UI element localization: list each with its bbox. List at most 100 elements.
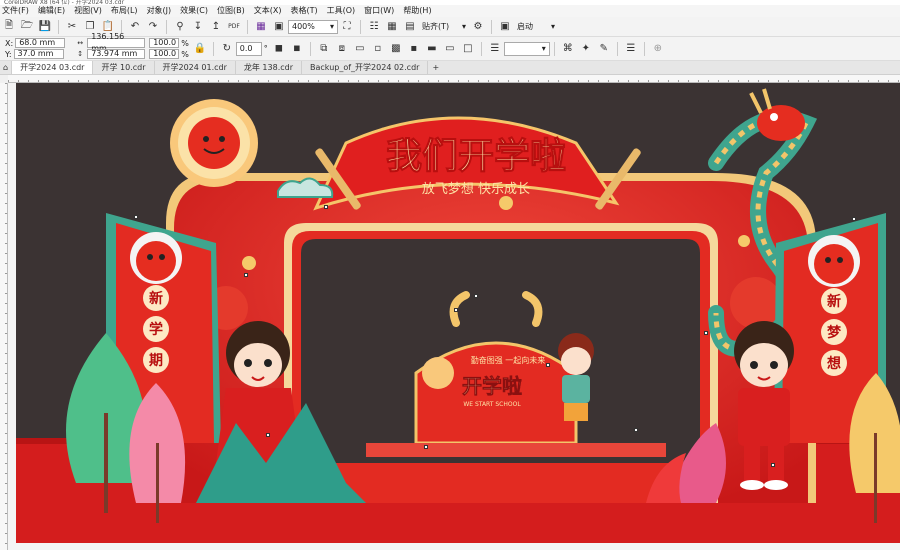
selection-handle[interactable] bbox=[852, 217, 856, 221]
selection-handle[interactable] bbox=[454, 308, 458, 312]
menu-object[interactable]: 对象(J) bbox=[147, 5, 181, 17]
options-gear-icon[interactable]: ⚙ bbox=[471, 20, 485, 34]
front-minus-back-icon[interactable]: ▬ bbox=[425, 42, 439, 56]
menu-window[interactable]: 窗口(W) bbox=[364, 5, 403, 17]
menu-file[interactable]: 文件(F) bbox=[2, 5, 38, 17]
menu-effects[interactable]: 效果(C) bbox=[180, 5, 217, 17]
selection-handle[interactable] bbox=[324, 205, 328, 209]
scale-y-input[interactable]: 100.0 bbox=[149, 49, 180, 59]
launch-app-icon[interactable]: ▣ bbox=[498, 20, 512, 34]
slogan-text: 放飞梦想 快乐成长 bbox=[422, 181, 530, 197]
selection-handle[interactable] bbox=[134, 215, 138, 219]
save-icon[interactable]: 💾 bbox=[38, 20, 52, 34]
selection-handle[interactable] bbox=[244, 273, 248, 277]
weld-icon[interactable]: ▭ bbox=[353, 42, 367, 56]
chevron-down-icon: ▾ bbox=[541, 43, 546, 53]
left-banner-char-1: 新 bbox=[149, 290, 163, 307]
trim-icon[interactable]: ▫ bbox=[371, 42, 385, 56]
search-content-icon[interactable]: ⚲ bbox=[173, 20, 187, 34]
selection-handle[interactable] bbox=[266, 433, 270, 437]
menu-table[interactable]: 表格(T) bbox=[290, 5, 326, 17]
selection-handle[interactable] bbox=[634, 428, 638, 432]
menu-bar: 文件(F) 编辑(E) 视图(V) 布局(L) 对象(J) 效果(C) 位图(B… bbox=[0, 5, 900, 17]
drawing-canvas[interactable]: 我们开学啦 放飞梦想 快乐成长 新 学 期 新 梦 想 勤奋图强 一起向未来 开… bbox=[8, 83, 900, 550]
y-position-input[interactable]: 37.0 mm bbox=[13, 49, 64, 59]
sun-illustration bbox=[170, 99, 258, 187]
menu-edit[interactable]: 编辑(E) bbox=[38, 5, 74, 17]
vertical-ruler[interactable] bbox=[0, 83, 8, 550]
simplify-icon[interactable]: ▪ bbox=[407, 42, 421, 56]
menu-view[interactable]: 视图(V) bbox=[74, 5, 111, 17]
new-tab-icon[interactable]: + bbox=[428, 61, 443, 74]
rotation-angle-input[interactable]: 0.0 bbox=[235, 41, 262, 56]
menu-help[interactable]: 帮助(H) bbox=[403, 5, 440, 17]
snap-to-dropdown[interactable]: 贴齐(T) ▾ bbox=[419, 20, 469, 34]
selection-handle[interactable] bbox=[474, 294, 478, 298]
selection-handle[interactable] bbox=[546, 363, 550, 367]
menu-tools[interactable]: 工具(O) bbox=[327, 5, 365, 17]
align-distribute-icon[interactable]: ☰ bbox=[624, 42, 638, 56]
intersect-icon[interactable]: ▩ bbox=[389, 42, 403, 56]
full-screen-icon[interactable]: ⛶ bbox=[340, 20, 354, 34]
left-banner-char-3: 期 bbox=[149, 353, 163, 369]
size-fields: ↔136.156 mm ↕73.974 mm bbox=[73, 32, 146, 60]
show-rulers-icon[interactable]: ☷ bbox=[367, 20, 381, 34]
headline-text: 我们开学啦 bbox=[386, 135, 566, 177]
width-input[interactable]: 136.156 mm bbox=[87, 32, 146, 53]
mirror-vertical-icon[interactable]: ◾ bbox=[290, 42, 304, 56]
add-preset-icon[interactable]: ⊕ bbox=[651, 42, 665, 56]
back-minus-front-icon[interactable]: ▭ bbox=[443, 42, 457, 56]
app-launcher-icon[interactable]: ▦ bbox=[254, 20, 268, 34]
tab-document-5[interactable]: Backup_of_开学2024 02.cdr bbox=[302, 61, 429, 74]
x-position-input[interactable]: 68.0 mm bbox=[15, 38, 66, 48]
chevron-down-icon: ▾ bbox=[329, 21, 334, 31]
group-icon[interactable]: ⧉ bbox=[317, 42, 331, 56]
mirror-horizontal-icon[interactable]: ◼ bbox=[272, 42, 286, 56]
selection-handle[interactable] bbox=[771, 463, 775, 467]
export-icon[interactable]: ↥ bbox=[209, 20, 223, 34]
ungroup-icon[interactable]: ⧈ bbox=[335, 42, 349, 56]
rotate-icon[interactable]: ↻ bbox=[220, 42, 234, 56]
right-banner-char-2: 梦 bbox=[827, 324, 842, 341]
pick-tool-options-icon[interactable]: ✎ bbox=[597, 42, 611, 56]
property-bar: X:68.0 mm Y:37.0 mm ↔136.156 mm ↕73.974 … bbox=[0, 32, 900, 61]
guidelines-icon[interactable]: ▤ bbox=[403, 20, 417, 34]
height-icon: ↕ bbox=[77, 50, 84, 58]
outline-width-select[interactable]: ▾ bbox=[503, 41, 550, 56]
pdf-icon[interactable]: PDF bbox=[227, 20, 241, 34]
show-grid-icon[interactable]: ▦ bbox=[385, 20, 399, 34]
tab-document-4[interactable]: 龙年 138.cdr bbox=[236, 61, 303, 74]
import-icon[interactable]: ↧ bbox=[191, 20, 205, 34]
redo-icon[interactable]: ↷ bbox=[146, 20, 160, 34]
artwork-page[interactable]: 我们开学啦 放飞梦想 快乐成长 新 学 期 新 梦 想 勤奋图强 一起向未来 开… bbox=[16, 83, 900, 543]
zoom-level-select[interactable]: 400% ▾ bbox=[288, 19, 338, 34]
height-input[interactable]: 73.974 mm bbox=[87, 49, 146, 59]
position-fields: X: 68.0 mm Y: 37.0 mm bbox=[3, 38, 66, 60]
create-boundary-icon[interactable]: □ bbox=[461, 42, 475, 56]
outline-width-icon[interactable]: ☰ bbox=[488, 42, 502, 56]
tab-document-3[interactable]: 开学2024 01.cdr bbox=[155, 61, 236, 74]
new-document-icon[interactable]: 🗎 bbox=[2, 20, 16, 34]
launch-dropdown[interactable]: 启动 ▾ bbox=[514, 20, 558, 34]
scale-x-input[interactable]: 100.0 bbox=[149, 38, 180, 48]
document-tabs: ⌂ 开学2024 03.cdr 开学 10.cdr 开学2024 01.cdr … bbox=[0, 61, 900, 75]
selection-handle[interactable] bbox=[704, 331, 708, 335]
lock-ratio-icon[interactable]: 🔒 bbox=[193, 42, 207, 56]
menu-text[interactable]: 文本(X) bbox=[254, 5, 291, 17]
scale-fields: 100.0% 100.0% bbox=[149, 38, 191, 60]
wrap-text-icon[interactable]: ⌘ bbox=[561, 42, 575, 56]
tab-document-2[interactable]: 开学 10.cdr bbox=[93, 61, 155, 74]
break-apart-icon[interactable]: ✦ bbox=[579, 42, 593, 56]
school-arch-artwork[interactable]: 我们开学啦 放飞梦想 快乐成长 新 学 期 新 梦 想 勤奋图强 一起向未来 开… bbox=[16, 83, 900, 543]
menu-layout[interactable]: 布局(L) bbox=[111, 5, 147, 17]
corel-connect-icon[interactable]: ▣ bbox=[272, 20, 286, 34]
tab-document-1[interactable]: 开学2024 03.cdr bbox=[12, 61, 94, 74]
menu-bitmaps[interactable]: 位图(B) bbox=[217, 5, 254, 17]
board-arc-text: 勤奋图强 一起向未来 bbox=[471, 355, 546, 365]
cut-icon[interactable]: ✂ bbox=[65, 20, 79, 34]
open-icon[interactable]: 🗁 bbox=[20, 20, 34, 34]
horizontal-ruler[interactable] bbox=[8, 75, 900, 83]
flower-icon bbox=[738, 235, 750, 247]
selection-handle[interactable] bbox=[424, 445, 428, 449]
home-tab-icon[interactable]: ⌂ bbox=[0, 61, 13, 74]
